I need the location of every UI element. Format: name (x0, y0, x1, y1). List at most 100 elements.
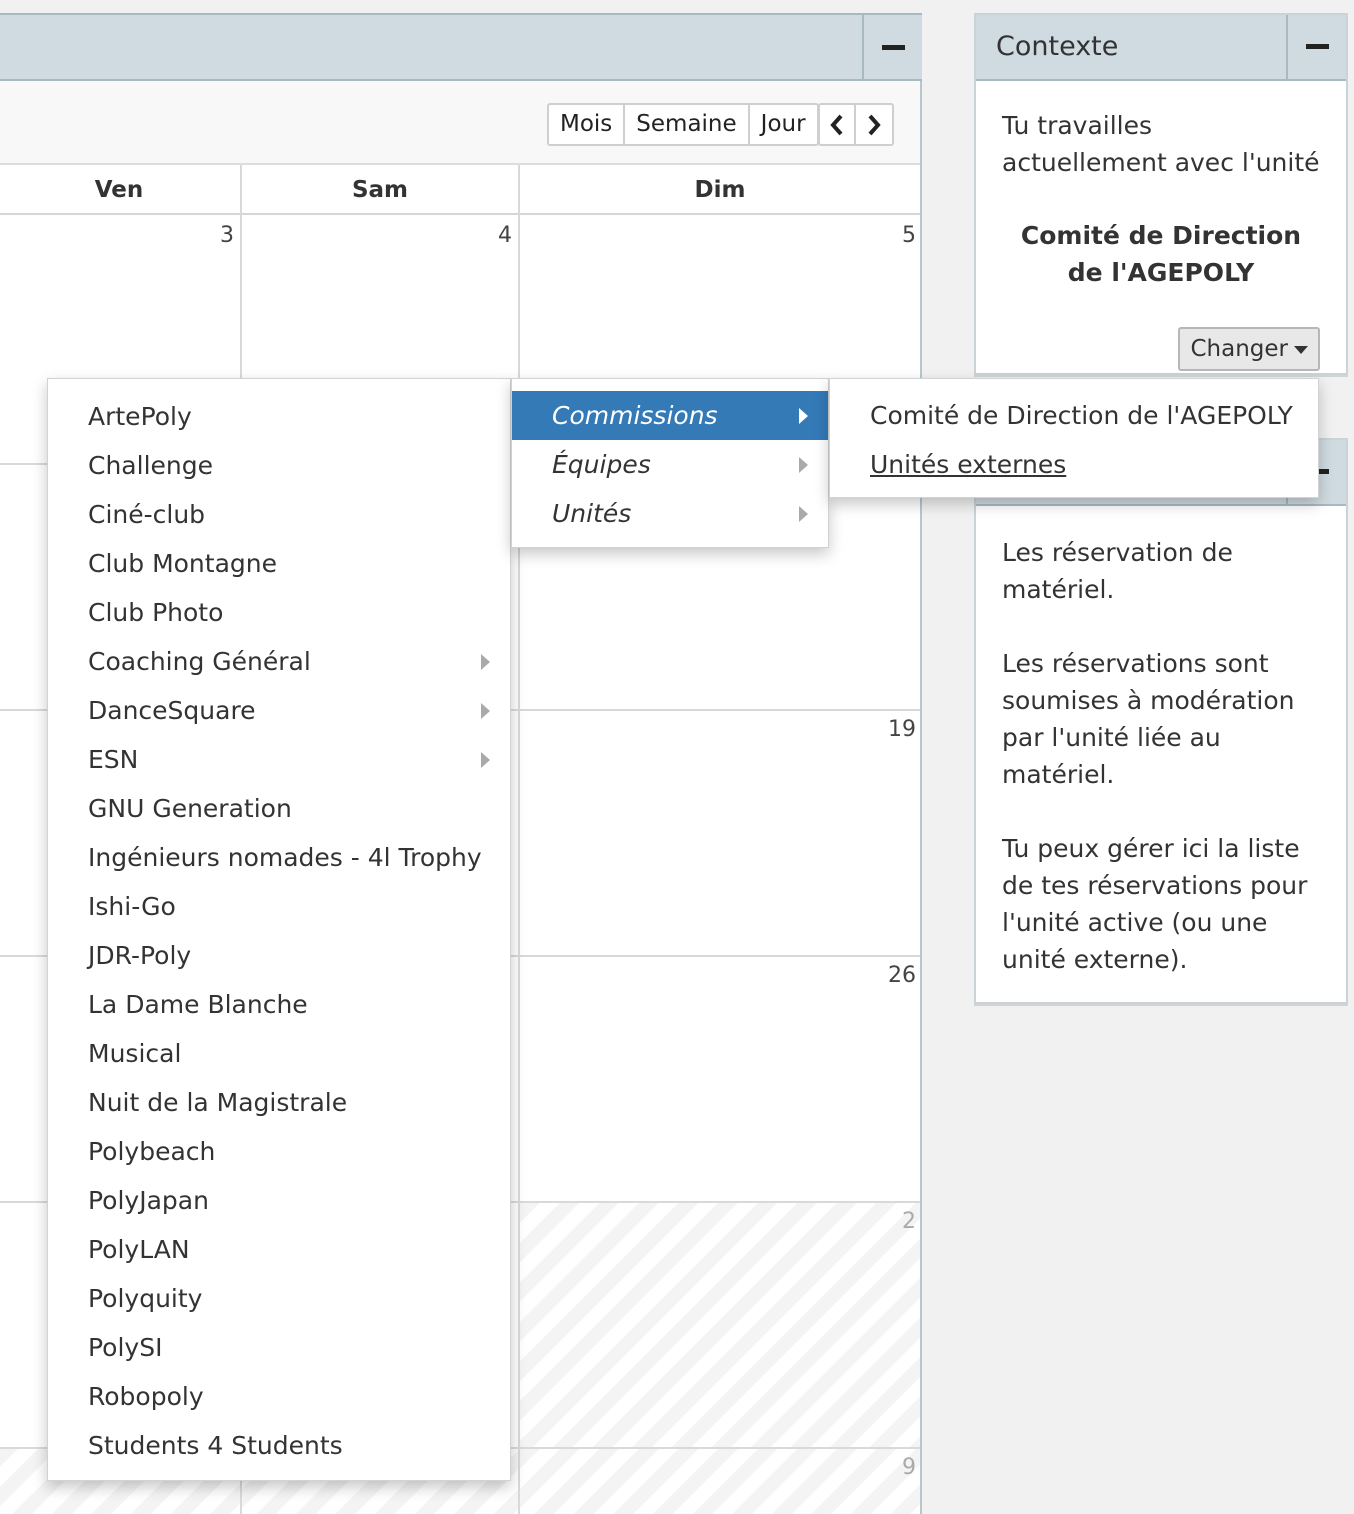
unit-menu-item-label: Musical (88, 1039, 182, 1068)
calendar-toolbar: Mois Semaine Jour (0, 81, 920, 165)
unit-menu-item-label: Nuit de la Magistrale (88, 1088, 348, 1117)
weekday-header-row: Ven Sam Dim (0, 165, 920, 215)
unit-menu-item-label: Challenge (88, 451, 213, 480)
category-menu-item-label: Commissions (552, 401, 718, 430)
unit-menu-item-label: Ciné-club (88, 500, 206, 529)
active-unit-name: Comité de Direction de l'AGEPOLY (1020, 221, 1302, 287)
unit-menu-item-label: Ingénieurs nomades - 4l Trophy (88, 843, 482, 872)
commission-menu-item-label: Unités externes (870, 450, 1067, 479)
next-button[interactable] (856, 103, 894, 146)
caret-right-icon (799, 457, 808, 473)
unit-menu-item[interactable]: Challenge (48, 441, 510, 490)
unit-menu-item[interactable]: JDR-Poly (48, 931, 510, 980)
minus-icon (882, 45, 905, 50)
unit-menu-item-label: Students 4 Students (88, 1431, 343, 1460)
unit-menu-item[interactable]: Students 4 Students (48, 1421, 510, 1470)
unit-menu-item-label: PolySI (88, 1333, 163, 1362)
weekday-sunday: Dim (694, 177, 746, 203)
unit-menu-item-label: Robopoly (88, 1382, 204, 1411)
unit-menu-item-label: PolyJapan (88, 1186, 209, 1215)
unit-menu-item[interactable]: ArtePoly (48, 392, 510, 441)
units-dropdown-menu: ArtePoly Challenge Ciné-club Club Montagne C… (47, 378, 511, 1481)
info-paragraph: Tu peux gérer ici la liste de tes réserv… (1002, 834, 1308, 974)
unit-menu-item[interactable]: La Dame Blanche (48, 980, 510, 1029)
context-panel-header: Contexte (976, 15, 1346, 81)
unit-menu-item[interactable]: Club Montagne (48, 539, 510, 588)
category-menu-item[interactable]: Unités (512, 489, 828, 538)
unit-menu-item[interactable]: Club Photo (48, 588, 510, 637)
caret-right-icon (481, 752, 490, 768)
change-unit-button[interactable]: Changer (1178, 327, 1320, 371)
unit-menu-item-label: La Dame Blanche (88, 990, 308, 1019)
calendar-header (0, 13, 922, 81)
unit-menu-item[interactable]: Nuit de la Magistrale (48, 1078, 510, 1127)
day-number[interactable]: 9 (902, 1455, 916, 1480)
unit-menu-item[interactable]: Ciné-club (48, 490, 510, 539)
caret-down-icon (1294, 345, 1308, 354)
unit-menu-item-label: Coaching Général (88, 647, 311, 676)
chevron-right-icon (868, 114, 881, 136)
week-view-button[interactable]: Semaine (625, 103, 750, 146)
context-intro: Tu travailles actuellement avec l'unité (1002, 111, 1320, 177)
day-number[interactable]: 2 (902, 1209, 916, 1234)
unit-menu-item[interactable]: GNU Generation (48, 784, 510, 833)
unit-menu-item[interactable]: Polybeach (48, 1127, 510, 1176)
context-panel: Contexte Tu travailles actuellement avec… (974, 13, 1348, 375)
unit-menu-item[interactable]: Ishi-Go (48, 882, 510, 931)
unit-menu-item-label: ESN (88, 745, 139, 774)
context-title: Contexte (996, 31, 1119, 62)
collapse-context-button[interactable] (1286, 15, 1346, 79)
day-number[interactable]: 3 (220, 223, 234, 248)
caret-right-icon (799, 506, 808, 522)
commission-menu-item-label: Comité de Direction de l'AGEPOLY (870, 401, 1293, 430)
previous-button[interactable] (818, 103, 856, 146)
info-panel: Les réservation de matériel. Les réserva… (974, 438, 1348, 1004)
unit-menu-item[interactable]: Ingénieurs nomades - 4l Trophy (48, 833, 510, 882)
category-menu-item[interactable]: Équipes (512, 440, 828, 489)
change-unit-label: Changer (1190, 336, 1288, 362)
unit-menu-item-label: Polybeach (88, 1137, 216, 1166)
context-body: Tu travailles actuellement avec l'unité … (976, 81, 1346, 317)
unit-menu-item-label: GNU Generation (88, 794, 292, 823)
category-menu-item-label: Unités (552, 499, 632, 528)
unit-menu-item-label: JDR-Poly (88, 941, 192, 970)
other-month-cell (520, 1449, 920, 1514)
day-number[interactable]: 4 (498, 223, 512, 248)
commission-menu-item[interactable]: Comité de Direction de l'AGEPOLY (830, 391, 1318, 440)
day-number[interactable]: 26 (888, 963, 916, 988)
unit-menu-item[interactable]: Robopoly (48, 1372, 510, 1421)
month-view-button[interactable]: Mois (547, 103, 626, 146)
day-number[interactable]: 19 (888, 717, 916, 742)
date-navigation (818, 103, 894, 146)
info-paragraph: Les réservations sont soumises à modérat… (1002, 649, 1295, 789)
unit-menu-item[interactable]: PolySI (48, 1323, 510, 1372)
unit-menu-item-label: Club Montagne (88, 549, 277, 578)
unit-menu-item[interactable]: Polyquity (48, 1274, 510, 1323)
unit-menu-item[interactable]: ESN (48, 735, 510, 784)
unit-menu-item[interactable]: Coaching Général (48, 637, 510, 686)
day-view-button[interactable]: Jour (749, 103, 819, 146)
unit-menu-item-label: Club Photo (88, 598, 224, 627)
unit-menu-item-label: DanceSquare (88, 696, 256, 725)
info-body: Les réservation de matériel. Les réserva… (976, 506, 1346, 1004)
unit-menu-item[interactable]: PolyJapan (48, 1176, 510, 1225)
info-paragraph: Les réservation de matériel. (1002, 538, 1233, 604)
caret-right-icon (481, 654, 490, 670)
unit-menu-item-label: Ishi-Go (88, 892, 176, 921)
unit-menu-item-label: ArtePoly (88, 402, 192, 431)
category-menu-item-label: Équipes (552, 450, 651, 479)
category-menu-item[interactable]: Commissions (512, 391, 828, 440)
day-number[interactable]: 5 (902, 223, 916, 248)
chevron-left-icon (830, 114, 843, 136)
unit-menu-item[interactable]: PolyLAN (48, 1225, 510, 1274)
collapse-calendar-button[interactable] (862, 15, 922, 81)
unit-menu-item[interactable]: Musical (48, 1029, 510, 1078)
unit-menu-item-label: PolyLAN (88, 1235, 190, 1264)
unit-menu-item[interactable]: DanceSquare (48, 686, 510, 735)
view-switcher: Mois Semaine Jour (547, 103, 819, 146)
unit-menu-item-label: Polyquity (88, 1284, 203, 1313)
commission-menu-item[interactable]: Unités externes (830, 440, 1318, 489)
weekday-saturday: Sam (351, 177, 409, 203)
caret-right-icon (481, 703, 490, 719)
minus-icon (1306, 44, 1329, 49)
